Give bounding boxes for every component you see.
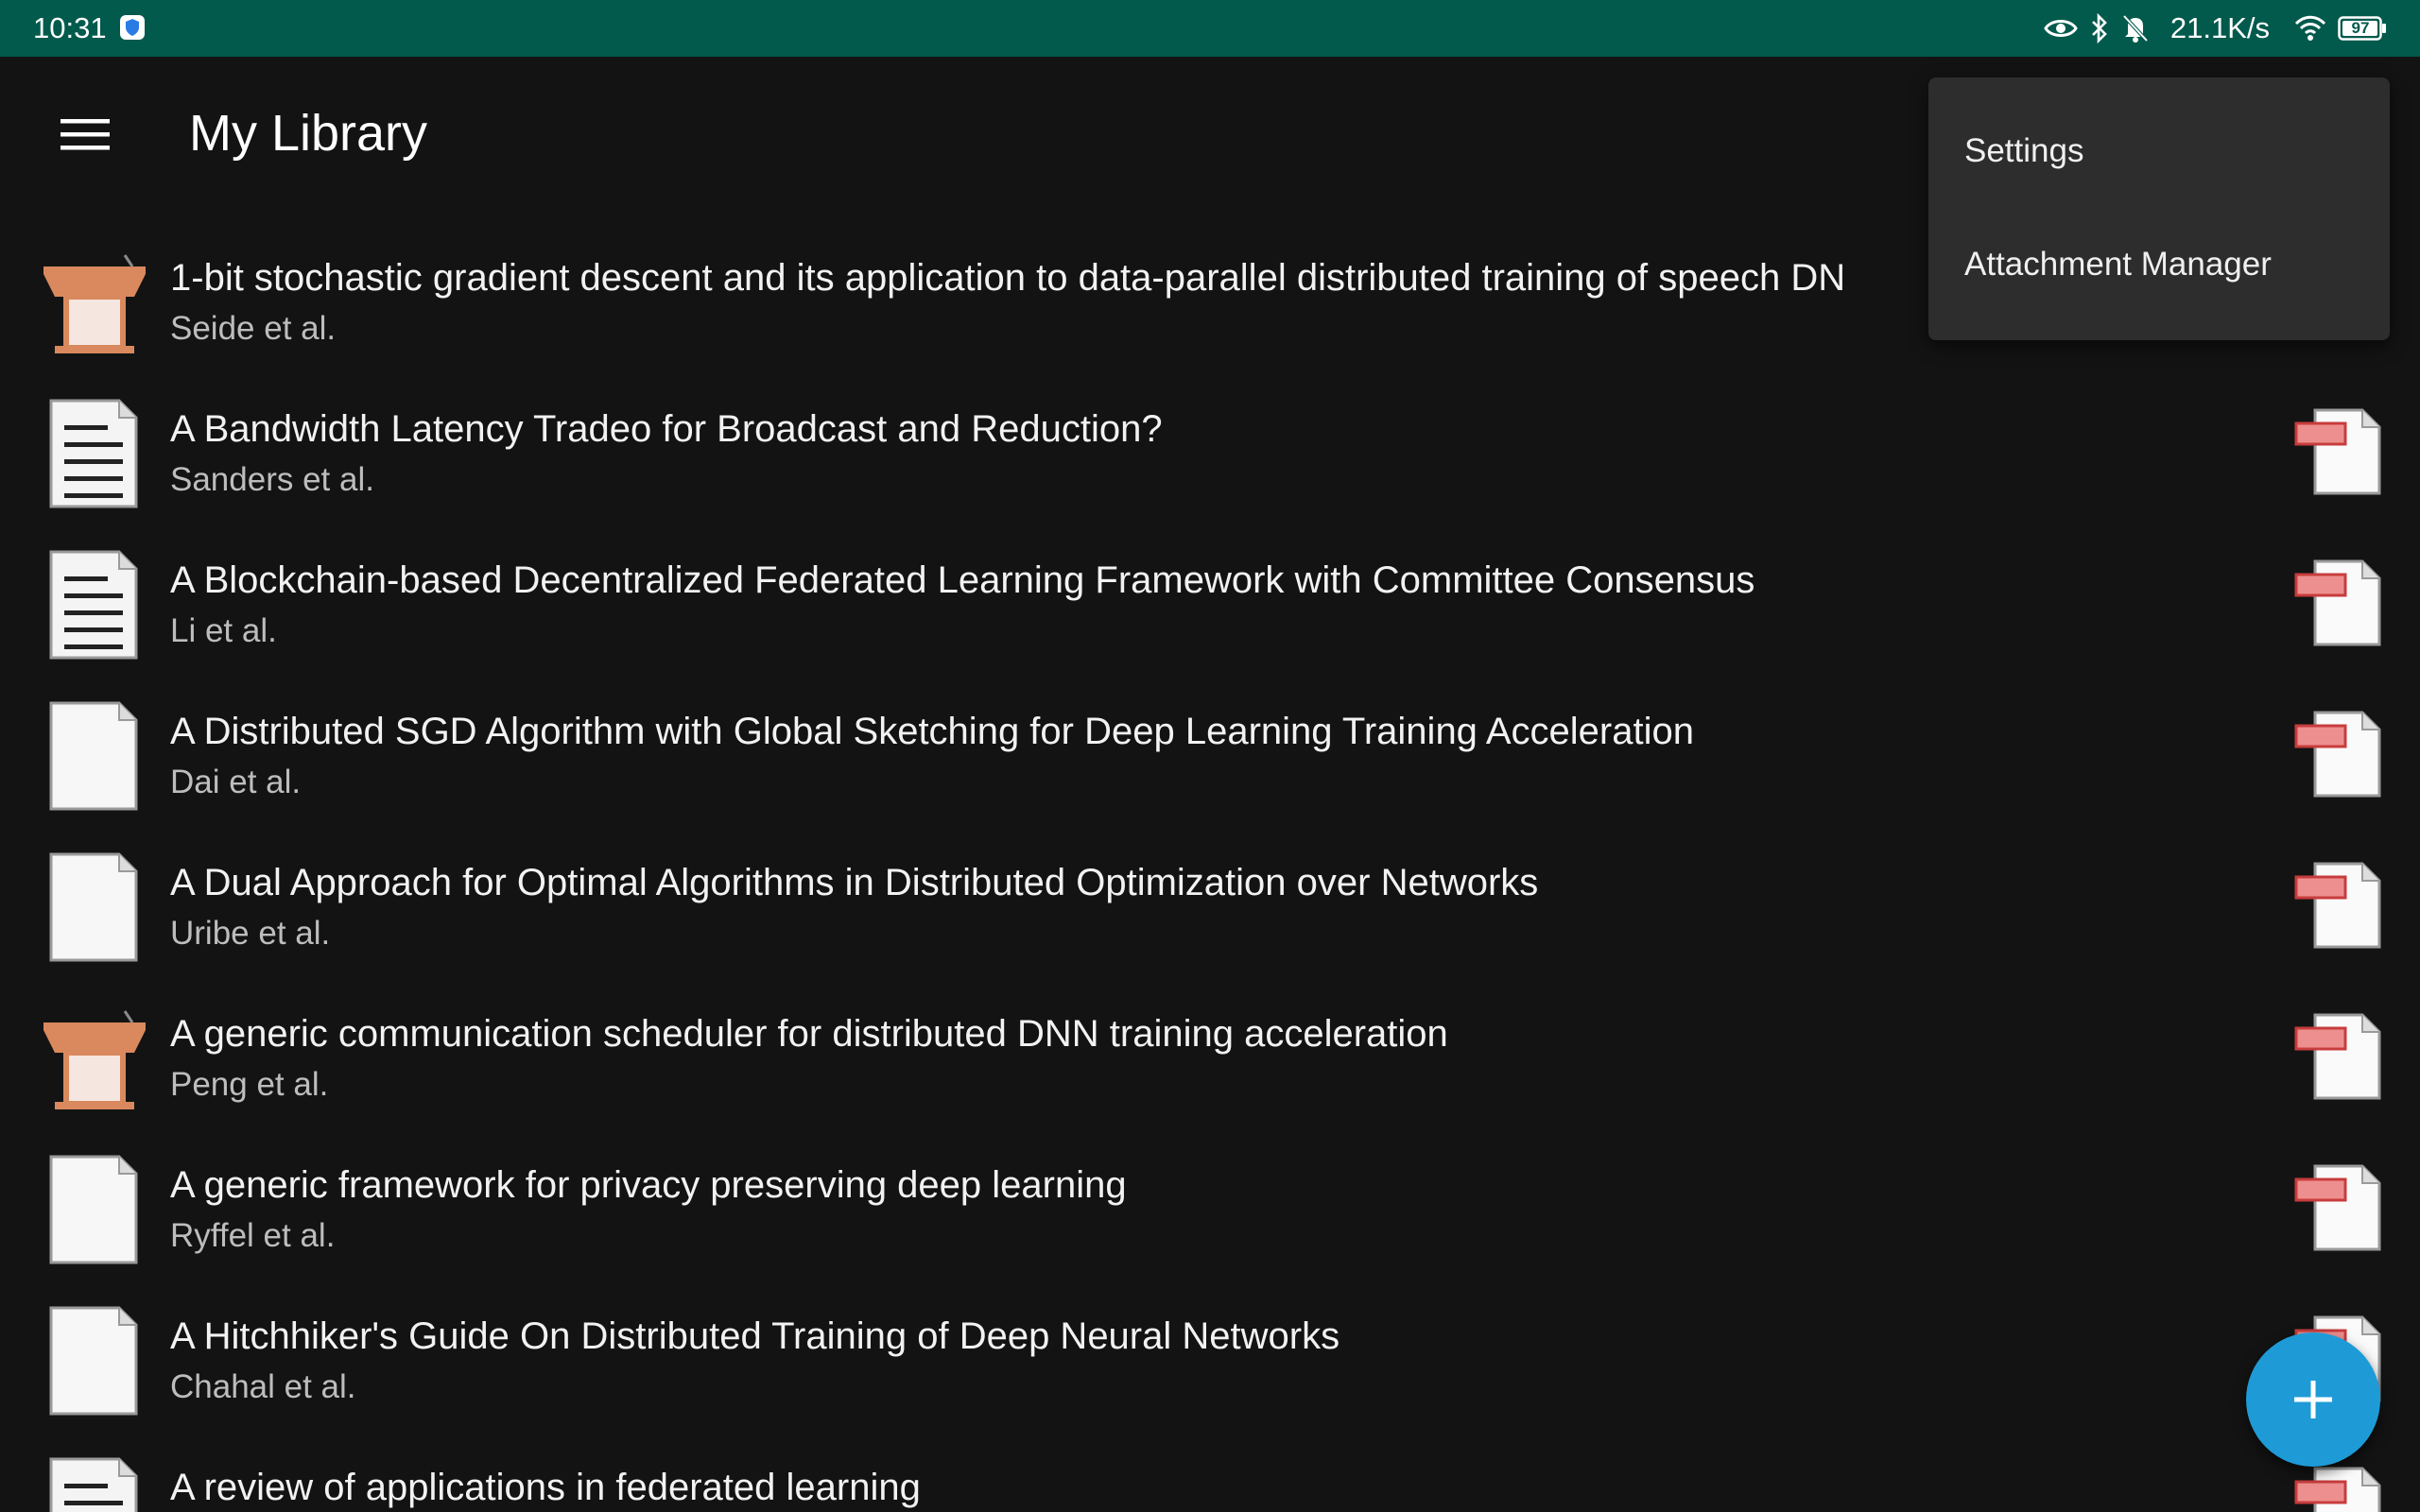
list-item[interactable]: A review of applications in federated le…: [0, 1436, 2420, 1512]
document-icon: [38, 1455, 151, 1512]
list-item[interactable]: A generic communication scheduler for di…: [0, 983, 2420, 1134]
preprint-icon: [38, 699, 151, 813]
item-title: A Hitchhiker's Guide On Distributed Trai…: [170, 1315, 1340, 1357]
item-title: A Dual Approach for Optimal Algorithms i…: [170, 862, 1539, 903]
shield-icon: [119, 14, 146, 41]
eye-icon: [2044, 16, 2078, 41]
status-time: 10:31: [33, 11, 107, 44]
battery-icon: 97: [2338, 16, 2387, 41]
menu-item-settings[interactable]: Settings: [1964, 132, 2083, 170]
pdf-attachment-icon[interactable]: [2292, 856, 2387, 951]
item-title: A Blockchain-based Decentralized Federat…: [170, 559, 1755, 601]
item-authors: Dai et al.: [170, 764, 302, 800]
item-title: A generic framework for privacy preservi…: [170, 1164, 1127, 1206]
status-bar: 10:31 21.1K/s 97: [0, 0, 2420, 57]
preprint-icon: [38, 850, 151, 964]
pdf-attachment-icon[interactable]: [2292, 705, 2387, 799]
document-icon: [38, 397, 151, 510]
battery-level: 97: [2351, 19, 2370, 37]
pdf-attachment-icon[interactable]: [2292, 1159, 2387, 1253]
item-authors: Ryffel et al.: [170, 1217, 336, 1254]
document-icon: [38, 548, 151, 662]
item-title: A review of applications in federated le…: [170, 1467, 921, 1508]
page-title: My Library: [189, 105, 428, 162]
item-authors: Li et al.: [170, 612, 277, 649]
list-item[interactable]: A Dual Approach for Optimal Algorithms i…: [0, 832, 2420, 983]
hamburger-menu-icon[interactable]: [45, 94, 125, 174]
pdf-attachment-icon[interactable]: [2292, 403, 2387, 497]
conference-paper-icon: [38, 246, 151, 359]
item-authors: Peng et al.: [170, 1066, 329, 1103]
bluetooth-icon: [2089, 13, 2110, 43]
status-icons: 21.1K/s 97: [2044, 9, 2387, 47]
wifi-icon: [2294, 15, 2326, 42]
add-item-button[interactable]: [2246, 1332, 2380, 1467]
item-title: A generic communication scheduler for di…: [170, 1013, 1448, 1055]
list-item[interactable]: A Blockchain-based Decentralized Federat…: [0, 529, 2420, 680]
conference-paper-icon: [38, 1002, 151, 1115]
item-authors: Chahal et al.: [170, 1368, 356, 1405]
preprint-icon: [38, 1153, 151, 1266]
item-title: A Bandwidth Latency Tradeo for Broadcast…: [170, 408, 1163, 450]
pdf-attachment-icon[interactable]: [2292, 1461, 2387, 1512]
bell-off-icon: [2121, 13, 2150, 43]
menu-item-attachment-manager[interactable]: Attachment Manager: [1964, 246, 2272, 284]
preprint-icon: [38, 1304, 151, 1418]
plus-icon: [2294, 1381, 2332, 1418]
item-title: A Distributed SGD Algorithm with Global …: [170, 711, 1694, 752]
item-authors: Seide et al.: [170, 310, 337, 347]
overflow-menu: Settings Attachment Manager: [1928, 77, 2390, 340]
item-authors: Uribe et al.: [170, 915, 331, 952]
list-item[interactable]: A Hitchhiker's Guide On Distributed Trai…: [0, 1285, 2420, 1436]
list-item[interactable]: A generic framework for privacy preservi…: [0, 1134, 2420, 1285]
pdf-attachment-icon[interactable]: [2292, 1007, 2387, 1102]
list-item[interactable]: A Distributed SGD Algorithm with Global …: [0, 680, 2420, 832]
list-item[interactable]: A Bandwidth Latency Tradeo for Broadcast…: [0, 378, 2420, 529]
item-title: 1-bit stochastic gradient descent and it…: [170, 257, 1846, 299]
item-authors: Sanders et al.: [170, 461, 374, 498]
network-speed: 21.1K/s: [2169, 11, 2270, 44]
pdf-attachment-icon[interactable]: [2292, 554, 2387, 648]
